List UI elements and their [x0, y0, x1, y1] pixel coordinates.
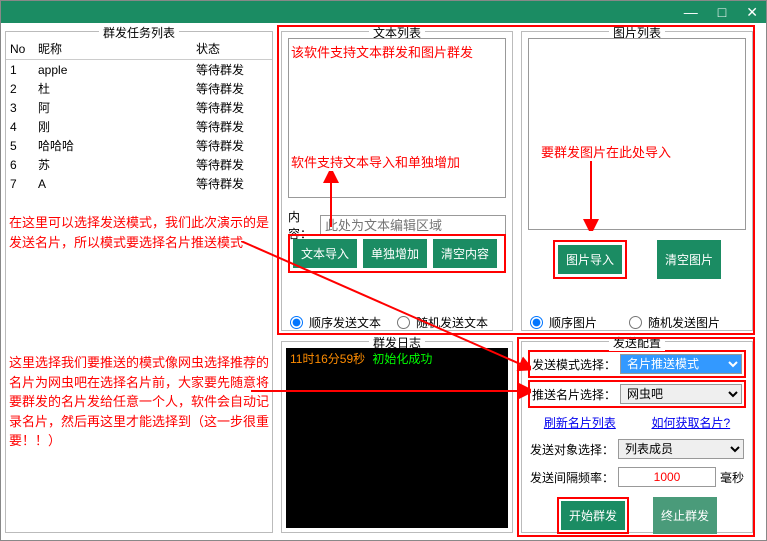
clear-image-button[interactable]: 清空图片: [657, 240, 721, 279]
interval-unit: 毫秒: [720, 469, 744, 486]
table-row[interactable]: 4刚等待群发: [6, 117, 272, 136]
send-mode-select[interactable]: 名片推送模式: [620, 354, 742, 374]
image-list-panel: 图片列表 图片导入 清空图片 顺序图片 随机发送图片: [521, 31, 753, 331]
panel-title: 发送配置: [609, 334, 665, 351]
config-panel: 发送配置 发送模式选择： 名片推送模式 推送名片选择： 网虫吧 刷新名片列表 如…: [521, 341, 753, 533]
seq-text-label: 顺序发送文本: [309, 314, 381, 331]
titlebar: — □ ✕: [1, 1, 766, 23]
cell-nick: apple: [34, 60, 192, 80]
maximize-button[interactable]: □: [714, 4, 730, 20]
start-button[interactable]: 开始群发: [561, 501, 625, 530]
rand-img-label: 随机发送图片: [648, 314, 720, 331]
rand-text-label: 随机发送文本: [416, 314, 488, 331]
clear-text-button[interactable]: 清空内容: [433, 239, 497, 268]
add-single-button[interactable]: 单独增加: [363, 239, 427, 268]
cell-nick: 阿: [34, 98, 192, 117]
card-select-label: 推送名片选择：: [532, 386, 616, 403]
cell-status: 等待群发: [192, 60, 272, 80]
minimize-button[interactable]: —: [680, 4, 702, 20]
text-import-button[interactable]: 文本导入: [293, 239, 357, 268]
text-list-panel: 文本列表 内容： 文本导入 单独增加 清空内容 顺序发送文本 随机发送文本: [281, 31, 513, 331]
cell-status: 等待群发: [192, 174, 272, 193]
rand-img-radio[interactable]: [629, 316, 642, 329]
text-listbox[interactable]: [288, 38, 506, 198]
cell-nick: 刚: [34, 117, 192, 136]
target-select[interactable]: 列表成员: [618, 439, 744, 459]
seq-img-label: 顺序图片: [549, 314, 597, 331]
cell-nick: A: [34, 174, 192, 193]
col-nick: 昵称: [34, 38, 192, 60]
log-time: 11时16分59秒: [290, 352, 365, 366]
seq-img-radio[interactable]: [530, 316, 543, 329]
stop-button[interactable]: 终止群发: [653, 497, 717, 534]
target-label: 发送对象选择：: [530, 441, 614, 458]
panel-title: 群发任务列表: [99, 24, 179, 41]
cell-no: 1: [6, 60, 34, 80]
card-select[interactable]: 网虫吧: [620, 384, 742, 404]
cell-nick: 苏: [34, 155, 192, 174]
interval-label: 发送间隔频率：: [530, 469, 614, 486]
cell-status: 等待群发: [192, 117, 272, 136]
content-input[interactable]: [320, 215, 506, 235]
log-panel: 群发日志 11时16分59秒 初始化成功: [281, 341, 513, 533]
interval-input[interactable]: [618, 467, 716, 487]
col-no: No: [6, 38, 34, 60]
send-mode-label: 发送模式选择：: [532, 356, 616, 373]
cell-nick: 杜: [34, 79, 192, 98]
image-import-button[interactable]: 图片导入: [558, 245, 622, 274]
close-button[interactable]: ✕: [742, 4, 762, 21]
cell-status: 等待群发: [192, 79, 272, 98]
task-table: No 昵称 状态 1apple等待群发2杜等待群发3阿等待群发4刚等待群发5哈哈…: [6, 38, 272, 193]
rand-text-radio[interactable]: [397, 316, 410, 329]
table-row[interactable]: 5哈哈哈等待群发: [6, 136, 272, 155]
image-listbox[interactable]: [528, 38, 746, 230]
col-status: 状态: [192, 38, 272, 60]
cell-nick: 哈哈哈: [34, 136, 192, 155]
seq-text-radio[interactable]: [290, 316, 303, 329]
cell-no: 3: [6, 98, 34, 117]
table-row[interactable]: 3阿等待群发: [6, 98, 272, 117]
cell-no: 6: [6, 155, 34, 174]
table-row[interactable]: 6苏等待群发: [6, 155, 272, 174]
cell-no: 2: [6, 79, 34, 98]
log-output: 11时16分59秒 初始化成功: [286, 348, 508, 528]
cell-status: 等待群发: [192, 155, 272, 174]
table-row[interactable]: 2杜等待群发: [6, 79, 272, 98]
table-row[interactable]: 1apple等待群发: [6, 60, 272, 80]
howto-cards-link[interactable]: 如何获取名片?: [651, 414, 730, 431]
cell-status: 等待群发: [192, 136, 272, 155]
cell-no: 5: [6, 136, 34, 155]
log-message: 初始化成功: [372, 352, 432, 366]
cell-no: 4: [6, 117, 34, 136]
app-window: — □ ✕ 群发任务列表 No 昵称 状态 1apple等待群发2杜等待群发3阿…: [0, 0, 767, 541]
table-row[interactable]: 7A等待群发: [6, 174, 272, 193]
refresh-cards-link[interactable]: 刷新名片列表: [544, 414, 616, 431]
cell-no: 7: [6, 174, 34, 193]
task-list-panel: 群发任务列表 No 昵称 状态 1apple等待群发2杜等待群发3阿等待群发4刚…: [5, 31, 273, 533]
cell-status: 等待群发: [192, 98, 272, 117]
